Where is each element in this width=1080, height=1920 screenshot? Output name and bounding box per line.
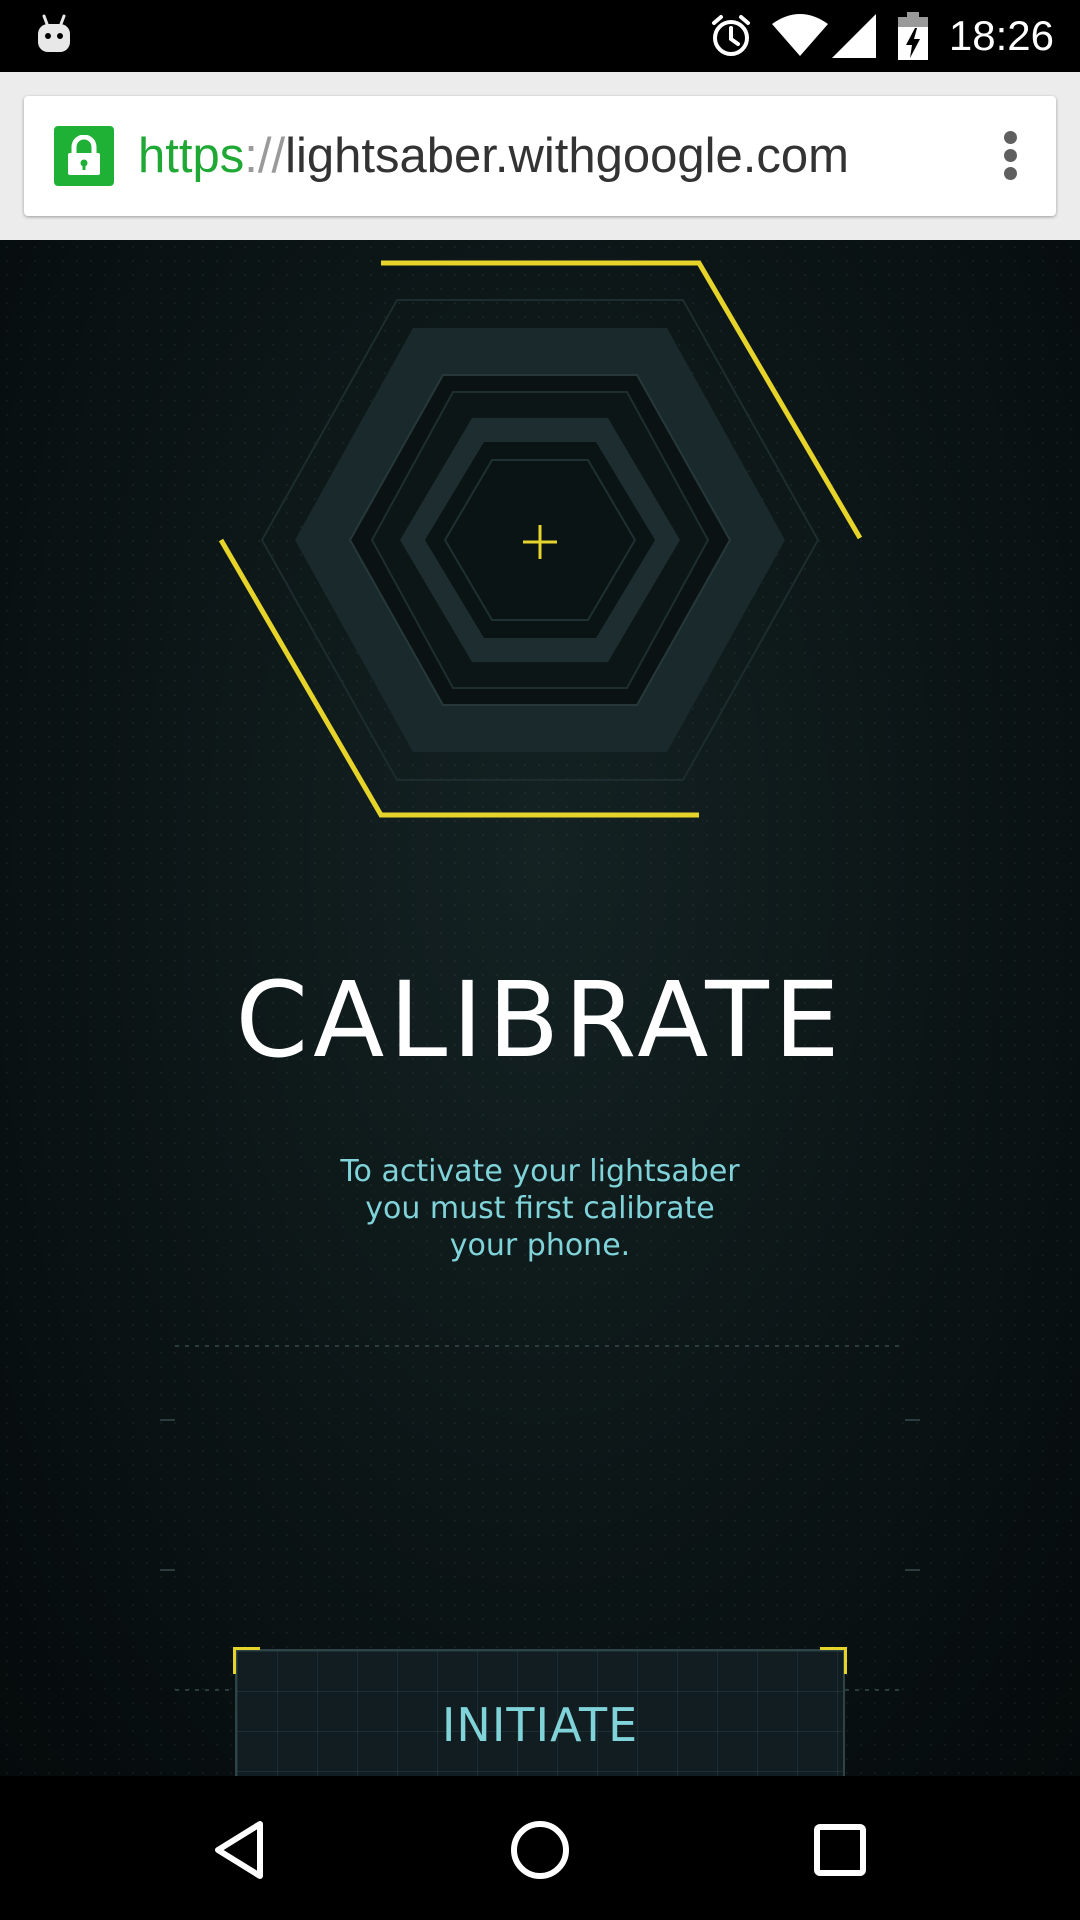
url-text[interactable]: https://lightsaber.withgoogle.com [138, 124, 849, 188]
battery-charging-icon [898, 12, 928, 60]
recents-icon[interactable] [790, 1798, 890, 1898]
description-line: To activate your lightsaber [340, 1154, 740, 1189]
description-line: your phone. [449, 1228, 631, 1263]
status-bar: 18:26 [0, 0, 1080, 72]
home-icon[interactable] [490, 1798, 590, 1898]
corner-bracket [820, 1647, 847, 1674]
hud-decoration [160, 1345, 920, 1691]
url-separator: :// [244, 129, 286, 183]
secure-connection-badge[interactable] [54, 126, 114, 186]
omnibox[interactable]: https://lightsaber.withgoogle.com [24, 96, 1056, 216]
browser-toolbar: https://lightsaber.withgoogle.com [0, 72, 1080, 240]
url-scheme: https [138, 129, 245, 183]
android-notification-icon [38, 14, 70, 52]
status-time: 18:26 [948, 12, 1054, 59]
calibration-description: To activate your lightsaber you must fir… [240, 1153, 840, 1264]
navigation-bar [0, 1776, 1080, 1920]
more-vert-icon[interactable] [1004, 131, 1018, 181]
alarm-icon [712, 15, 750, 56]
description-line: you must first calibrate [365, 1191, 715, 1226]
initiate-label: INITIATE [441, 1698, 639, 1752]
page-title: CALIBRATE [235, 959, 845, 1081]
lock-icon [68, 135, 100, 175]
url-host: lightsaber.withgoogle.com [285, 129, 849, 183]
back-icon[interactable] [190, 1798, 290, 1898]
page-content: CALIBRATE To activate your lightsaber yo… [0, 240, 1080, 1776]
cell-signal-icon [832, 14, 876, 58]
initiate-button[interactable]: INITIATE [233, 1647, 847, 1776]
corner-bracket [233, 1647, 260, 1674]
phone-screen: 18:26 https://lightsaber.withgoogle.com [0, 0, 1080, 1920]
wifi-icon [772, 14, 828, 56]
calibration-hexagon-graphic [218, 260, 863, 818]
